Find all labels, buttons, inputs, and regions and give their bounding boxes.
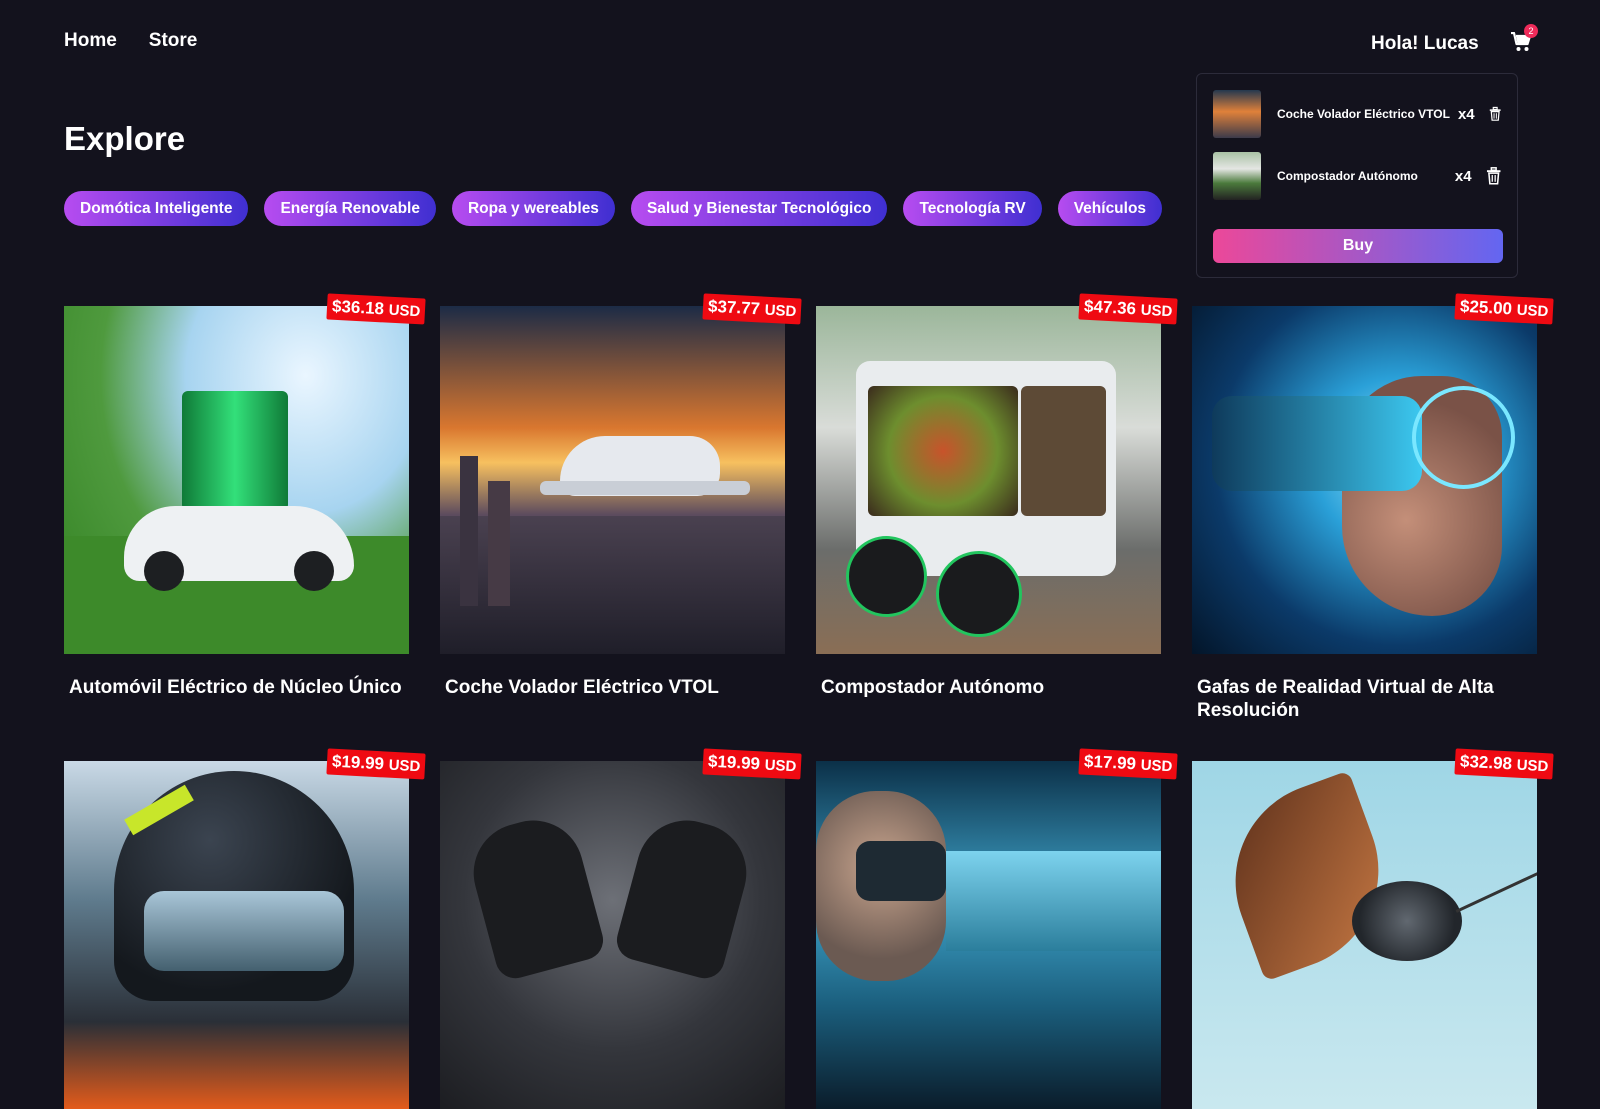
- product-card[interactable]: $19.99 USD: [440, 748, 802, 1109]
- product-image: [816, 761, 1161, 1109]
- cart-item-name: Compostador Autónomo: [1277, 169, 1418, 183]
- price-tag: $47.36 USD: [1077, 293, 1178, 325]
- product-image: [64, 761, 409, 1109]
- product-card[interactable]: $37.77 USD Coche Volador Eléctrico VTOL: [440, 293, 802, 699]
- category-chip-domotica[interactable]: Domótica Inteligente: [64, 191, 249, 226]
- cart-item-name: Coche Volador Eléctrico VTOL: [1277, 107, 1450, 121]
- product-title: Gafas de Realidad Virtual de Alta Resolu…: [1197, 677, 1494, 721]
- product-image: [1192, 761, 1537, 1109]
- page-title: Explore: [64, 120, 186, 157]
- category-chip-vehiculos[interactable]: Vehículos: [1057, 191, 1163, 226]
- cart-item: Coche Volador Eléctrico VTOL x4: [1213, 90, 1501, 138]
- product-card[interactable]: $32.98 USD: [1192, 748, 1554, 1109]
- product-card[interactable]: $25.00 USD Gafas de Realidad Virtual de …: [1192, 293, 1554, 722]
- cart-item: Compostador Autónomo x4: [1213, 152, 1501, 200]
- product-image: [440, 761, 785, 1109]
- cart-item-quantity: x4: [1454, 167, 1472, 185]
- cart-item-quantity: x4: [1457, 105, 1475, 123]
- price-tag: $36.18 USD: [325, 293, 426, 325]
- category-chip-energia[interactable]: Energía Renovable: [264, 191, 436, 226]
- product-image: [64, 306, 409, 654]
- cart-button[interactable]: 2: [1510, 24, 1538, 54]
- product-image: [816, 306, 1161, 654]
- product-image: [1192, 306, 1537, 654]
- cart-dropdown: Coche Volador Eléctrico VTOL x4 Composta…: [1196, 73, 1518, 278]
- product-card[interactable]: $36.18 USD Automóvil Eléctrico de Núcleo…: [64, 293, 426, 699]
- product-card[interactable]: $47.36 USD Compostador Autónomo: [816, 293, 1178, 699]
- product-title: Coche Volador Eléctrico VTOL: [445, 677, 719, 698]
- nav-store-link[interactable]: Store: [149, 30, 198, 52]
- price-tag: $25.00 USD: [1453, 293, 1554, 325]
- product-image: [440, 306, 785, 654]
- cart-count-badge: 2: [1524, 24, 1538, 38]
- price-tag: $37.77 USD: [701, 293, 802, 325]
- price-tag: $19.99 USD: [701, 748, 802, 780]
- price-tag: $19.99 USD: [325, 748, 426, 780]
- trash-icon[interactable]: [1489, 105, 1501, 123]
- product-card[interactable]: $19.99 USD: [64, 748, 426, 1109]
- main-nav: Home Store: [64, 30, 197, 52]
- price-tag: $32.98 USD: [1453, 748, 1554, 780]
- price-tag: $17.99 USD: [1077, 748, 1178, 780]
- cart-item-thumbnail: [1213, 90, 1261, 138]
- trash-icon[interactable]: [1486, 167, 1501, 185]
- nav-home-link[interactable]: Home: [64, 30, 117, 52]
- buy-button[interactable]: Buy: [1213, 229, 1503, 263]
- user-greeting: Hola! Lucas: [1371, 33, 1479, 54]
- product-card[interactable]: $17.99 USD: [816, 748, 1178, 1109]
- category-chip-rv[interactable]: Tecnología RV: [903, 191, 1042, 226]
- category-chip-ropa[interactable]: Ropa y wereables: [451, 191, 615, 226]
- category-chip-salud[interactable]: Salud y Bienestar Tecnológico: [630, 191, 888, 226]
- product-title: Automóvil Eléctrico de Núcleo Único: [69, 677, 402, 698]
- product-title: Compostador Autónomo: [821, 677, 1045, 698]
- cart-item-thumbnail: [1213, 152, 1261, 200]
- category-filter-list: Domótica Inteligente Energía Renovable R…: [64, 191, 1163, 226]
